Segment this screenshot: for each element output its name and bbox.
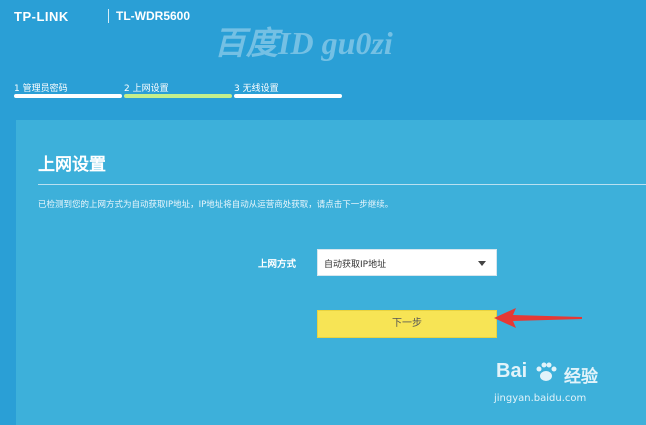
- step-label: 2 上网设置: [124, 84, 169, 94]
- paw-icon: [536, 362, 557, 381]
- connection-type-select[interactable]: 自动获取IP地址: [317, 249, 497, 276]
- header: TP-LINK TL-WDR5600 百度ID gu0zi: [0, 0, 646, 70]
- model-name: TL-WDR5600: [116, 9, 191, 23]
- baidu-cn-text: 经验: [564, 367, 598, 387]
- red-arrow-icon: [494, 308, 582, 328]
- baidu-url: jingyan.baidu.com: [494, 393, 587, 404]
- selected-value: 自动获取IP地址: [324, 260, 387, 270]
- step-wireless-settings[interactable]: 3 无线设置: [234, 76, 342, 100]
- step-progress-bar: [234, 94, 342, 98]
- divider: [38, 184, 646, 185]
- step-label: 3 无线设置: [234, 84, 279, 94]
- wizard-steps: 1 管理员密码 2 上网设置 3 无线设置: [14, 76, 344, 100]
- watermark: 百度ID gu0zi: [214, 25, 393, 61]
- description-text: 已检测到您的上网方式为自动获取IP地址，IP地址将自动从运营商处获取，请点击下一…: [38, 200, 394, 210]
- brand-logo: TP-LINK: [14, 9, 69, 24]
- step-internet-settings[interactable]: 2 上网设置: [124, 76, 232, 100]
- step-progress-bar: [14, 94, 122, 98]
- next-button[interactable]: 下一步: [317, 310, 497, 338]
- baidu-logo: Bai: [496, 360, 528, 382]
- dropdown-arrow-icon: [478, 261, 486, 266]
- step-label: 1 管理员密码: [14, 84, 68, 94]
- step-admin-password[interactable]: 1 管理员密码: [14, 76, 122, 100]
- connection-type-label: 上网方式: [258, 259, 297, 270]
- brand-separator: [108, 9, 109, 23]
- baidu-jingyan-watermark: Bai 经验 jingyan.baidu.com: [494, 360, 624, 410]
- page-title: 上网设置: [38, 155, 106, 175]
- step-progress-bar-active: [124, 94, 232, 98]
